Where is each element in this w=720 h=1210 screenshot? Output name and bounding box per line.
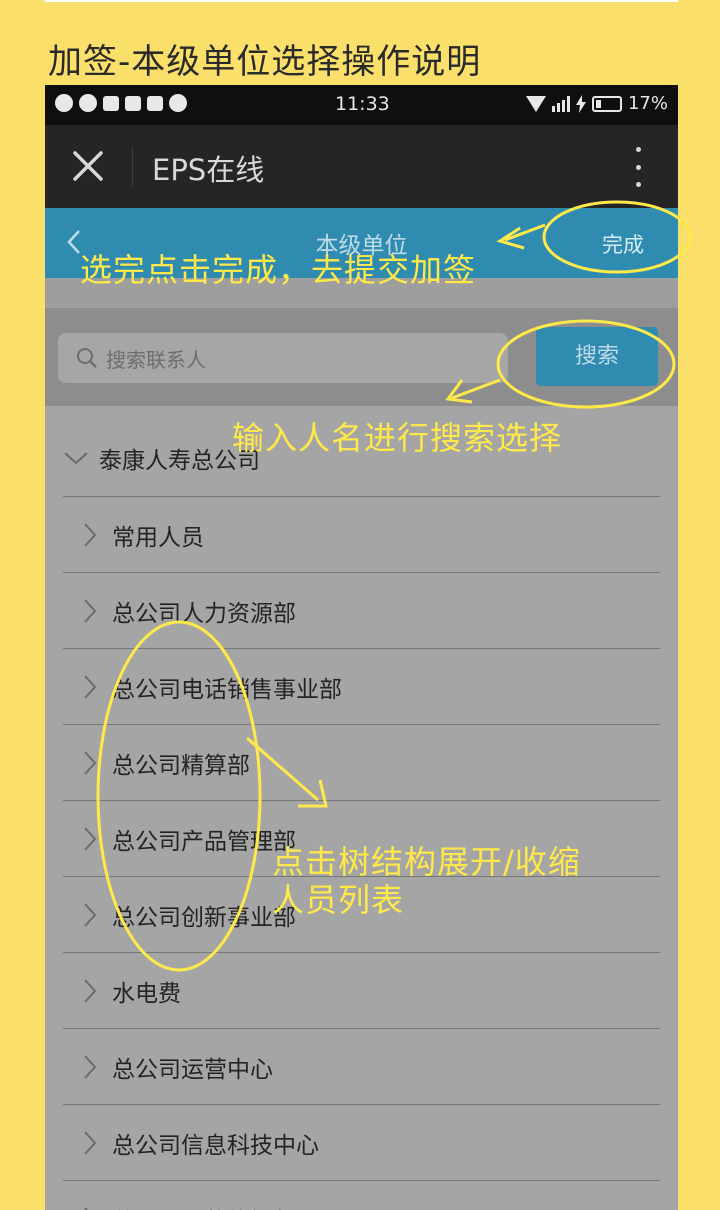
chevron-right-icon xyxy=(84,826,97,851)
tree-item[interactable]: 总公司人力资源部 xyxy=(80,573,640,648)
chevron-right-icon xyxy=(84,1054,97,1079)
chevron-right-icon xyxy=(84,522,97,547)
more-menu-icon[interactable] xyxy=(628,147,648,187)
battery-percent: 17% xyxy=(627,93,668,114)
vibrate-icon xyxy=(147,95,163,111)
status-bar: 11:33 17% xyxy=(45,85,678,125)
tree-root[interactable]: 泰康人寿总公司 xyxy=(63,441,260,475)
search-button[interactable]: 搜索 xyxy=(536,327,658,386)
tree-item[interactable]: 总公司精算部 xyxy=(80,725,640,800)
tree-item-label: 总公司信息科技中心 xyxy=(112,1132,319,1159)
wifi-icon xyxy=(525,95,546,112)
tree-item[interactable]: 总公司品牌传播部 xyxy=(80,1181,640,1210)
close-icon[interactable] xyxy=(65,143,111,189)
charging-icon xyxy=(575,94,586,113)
tree-item-label: 总公司精算部 xyxy=(112,752,250,779)
image-icon xyxy=(103,95,119,111)
search-hint-text: 输入人名进行搜索选择 xyxy=(232,419,563,457)
tree-item[interactable]: 水电费 xyxy=(80,953,640,1028)
tree-item-label: 总公司运营中心 xyxy=(112,1056,273,1083)
chevron-right-icon xyxy=(84,902,97,927)
tree-item[interactable]: 总公司信息科技中心 xyxy=(80,1105,640,1180)
chevron-right-icon xyxy=(84,978,97,1003)
app-title: EPS在线 xyxy=(152,153,265,187)
page-title: 加签-本级单位选择操作说明 xyxy=(48,42,482,82)
search-bar: 搜索联系人 搜索 xyxy=(45,308,678,406)
top-strip xyxy=(45,0,678,2)
alarm-icon xyxy=(169,94,187,112)
search-placeholder: 搜索联系人 xyxy=(106,348,206,372)
tree-item-label: 总公司产品管理部 xyxy=(112,828,296,855)
chevron-right-icon xyxy=(84,750,97,775)
chevron-right-icon xyxy=(84,674,97,699)
tree-item-label: 水电费 xyxy=(112,980,181,1007)
app-bar: EPS在线 xyxy=(45,125,678,208)
tree-item-label: 总公司人力资源部 xyxy=(112,600,296,627)
search-input[interactable]: 搜索联系人 xyxy=(58,333,508,383)
chevron-right-icon xyxy=(84,1130,97,1155)
chevron-down-icon xyxy=(64,452,88,465)
android-icon xyxy=(125,95,141,111)
tree-item-label: 总公司品牌传播部 xyxy=(112,1202,296,1210)
app-bar-divider xyxy=(132,146,133,186)
tree-item-label: 总公司电话销售事业部 xyxy=(112,676,342,703)
chevron-right-icon xyxy=(84,598,97,623)
status-right: 17% xyxy=(525,93,668,114)
done-hint-text: 选完点击完成，去提交加签 xyxy=(80,251,477,289)
eye-icon xyxy=(79,94,97,112)
tree-hint-text-line2: 人员列表 xyxy=(272,881,405,919)
battery-icon xyxy=(591,95,622,112)
status-time: 11:33 xyxy=(335,93,390,115)
tree-item-label: 总公司创新事业部 xyxy=(112,904,296,931)
search-icon xyxy=(77,348,97,368)
notification-icons xyxy=(55,94,187,112)
done-button[interactable]: 完成 xyxy=(602,229,644,259)
tree-item[interactable]: 总公司运营中心 xyxy=(80,1029,640,1104)
signal-icon xyxy=(551,95,570,112)
tree-item[interactable]: 常用人员 xyxy=(80,497,640,572)
tree-item[interactable]: 总公司电话销售事业部 xyxy=(80,649,640,724)
tree-item-label: 常用人员 xyxy=(112,524,204,551)
chevron-right-icon xyxy=(84,1206,89,1210)
notification-badge-icon xyxy=(55,94,73,112)
